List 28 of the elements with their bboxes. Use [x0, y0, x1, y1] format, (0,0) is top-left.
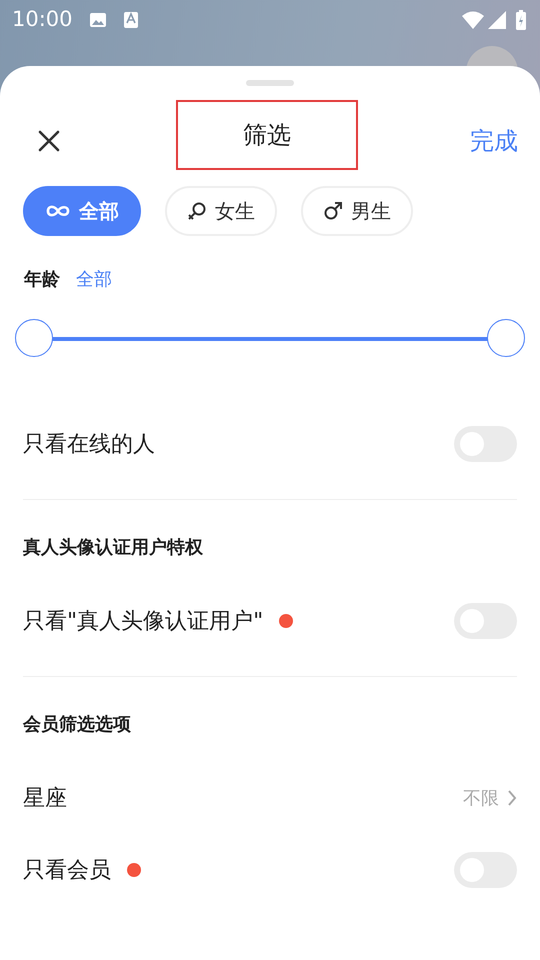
age-label: 年龄 [24, 268, 60, 292]
close-icon [38, 130, 60, 152]
male-icon [323, 201, 343, 221]
row-value: 不限 [463, 786, 499, 810]
slider-thumb[interactable] [15, 319, 53, 357]
text-notification-icon [122, 11, 139, 29]
signal-icon [488, 11, 506, 29]
row-label: 星座 [23, 784, 67, 812]
section-heading: 会员筛选选项 [23, 713, 132, 737]
drag-handle[interactable] [246, 80, 294, 86]
gender-chip[interactable]: 女生 [165, 186, 277, 236]
sheet-title: 筛选 [176, 100, 358, 170]
age-value: 全部 [76, 268, 112, 292]
gender-chip[interactable]: 全部 [23, 186, 141, 236]
section-heading: 真人头像认证用户特权 [23, 536, 204, 560]
row-label: 只看"真人头像认证用户" [23, 608, 264, 636]
infinity-icon [45, 203, 71, 219]
female-icon [187, 201, 207, 221]
slider-thumb[interactable] [487, 319, 525, 357]
wifi-icon [462, 11, 484, 29]
done-button[interactable]: 完成 [470, 123, 518, 159]
row-label: 只看在线的人 [23, 430, 155, 458]
image-notification-icon [88, 11, 107, 29]
battery-icon [516, 10, 526, 30]
gender-chip[interactable]: 男生 [301, 186, 413, 236]
status-time: 10:00 [12, 6, 73, 34]
row-label: 只看会员 [23, 856, 111, 884]
chevron-right-icon [507, 789, 517, 807]
